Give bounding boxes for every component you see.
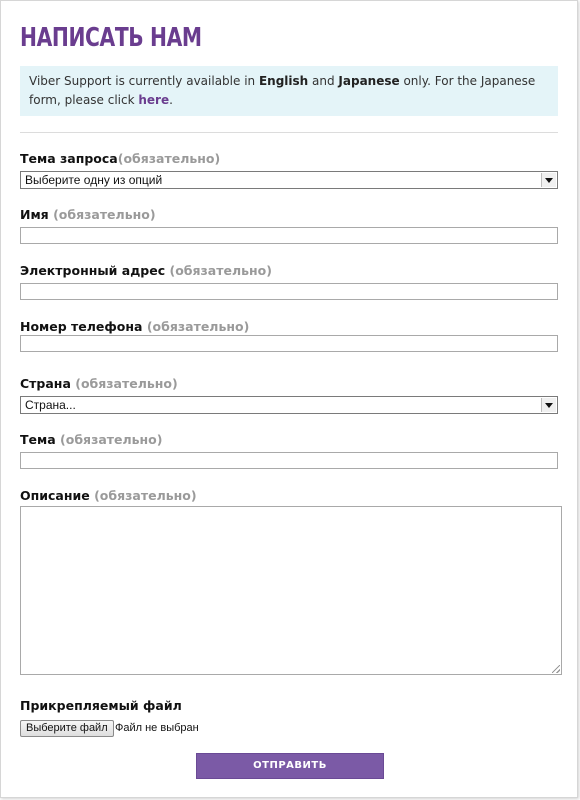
resize-grip-icon[interactable] <box>552 665 560 673</box>
file-status: Файл не выбран <box>115 722 199 734</box>
country-label: Страна (обязательно) <box>20 376 178 391</box>
required-hint: (обязательно) <box>53 207 156 222</box>
phone-input[interactable] <box>20 335 558 352</box>
contact-form-page: НАПИСАТЬ НАМ Viber Support is currently … <box>0 0 578 798</box>
dropdown-arrow-icon[interactable] <box>541 398 556 412</box>
country-select-value: Страна... <box>25 398 76 412</box>
required-hint: (обязательно) <box>75 376 178 391</box>
topic-select[interactable]: Выберите одну из опций <box>20 171 558 189</box>
required-hint: (обязательно) <box>146 319 250 334</box>
phone-label: Номер телефона (обязательно) <box>20 319 249 334</box>
subject-input[interactable] <box>20 452 558 469</box>
name-label-text: Имя <box>20 207 54 222</box>
language-notice: Viber Support is currently available in … <box>20 66 558 116</box>
name-input[interactable] <box>20 227 558 244</box>
required-hint: (обязательно) <box>117 151 221 166</box>
email-label-text: Электронный адрес <box>20 263 170 278</box>
subject-label-text: Тема <box>20 432 61 447</box>
country-select[interactable]: Страна... <box>20 396 558 414</box>
required-hint: (обязательно) <box>169 263 272 278</box>
dropdown-arrow-icon[interactable] <box>541 173 556 187</box>
subject-label: Тема (обязательно) <box>20 432 163 447</box>
topic-select-value: Выберите одну из опций <box>25 173 163 187</box>
required-hint: (обязательно) <box>94 488 197 503</box>
country-label-text: Страна <box>20 376 76 391</box>
submit-button[interactable]: ОТПРАВИТЬ <box>196 753 384 779</box>
attachment-label: Прикрепляемый файл <box>20 698 182 713</box>
email-label: Электронный адрес (обязательно) <box>20 263 272 278</box>
notice-text: Viber Support is currently available in <box>29 74 259 88</box>
topic-label: Тема запроса(обязательно) <box>20 151 220 166</box>
topic-label-text: Тема запроса <box>20 151 118 166</box>
description-textarea[interactable] <box>20 506 562 675</box>
notice-lang-japanese: Japanese <box>338 74 400 88</box>
japanese-form-link[interactable]: here <box>138 93 169 107</box>
page-title: НАПИСАТЬ НАМ <box>20 23 202 53</box>
description-label: Описание (обязательно) <box>20 488 197 503</box>
choose-file-button[interactable]: Выберите файл <box>20 720 114 737</box>
phone-label-text: Номер телефона <box>20 319 147 334</box>
notice-text: and <box>308 74 339 88</box>
divider <box>20 132 558 133</box>
description-label-text: Описание <box>20 488 95 503</box>
email-input[interactable] <box>20 283 558 300</box>
notice-lang-english: English <box>258 74 309 88</box>
required-hint: (обязательно) <box>60 432 163 447</box>
name-label: Имя (обязательно) <box>20 207 156 222</box>
notice-text: . <box>169 93 173 107</box>
